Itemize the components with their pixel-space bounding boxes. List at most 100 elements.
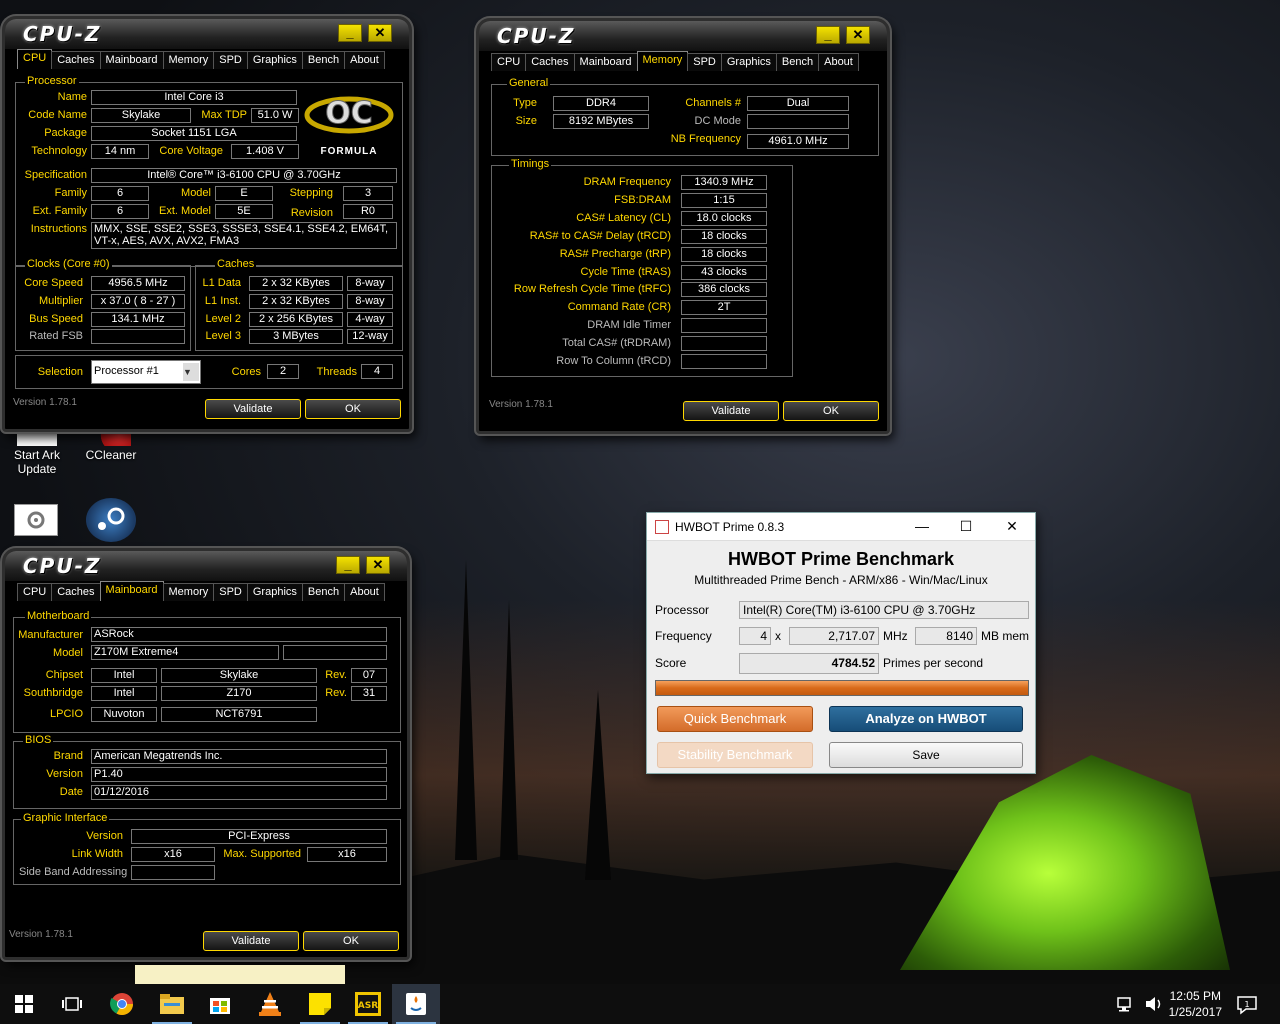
minimize-button[interactable]: _ — [336, 556, 360, 574]
quick-benchmark-button[interactable]: Quick Benchmark — [657, 706, 813, 732]
southbridge-rev-value: 31 — [351, 686, 387, 701]
tab-cpu[interactable]: CPU — [17, 583, 53, 601]
stepping-label: Stepping — [289, 187, 333, 199]
tab-spd[interactable]: SPD — [687, 53, 722, 71]
date-label: Date — [59, 786, 83, 798]
volume-icon[interactable] — [1144, 994, 1164, 1017]
chevron-down-icon[interactable]: ▼ — [183, 363, 199, 381]
steam-icon[interactable] — [86, 498, 136, 542]
model-value: E — [215, 186, 273, 201]
link-width-value: x16 — [131, 847, 215, 862]
timing-label: DRAM Idle Timer — [587, 319, 671, 332]
processor-select[interactable]: Processor #1 ▼ — [91, 360, 201, 384]
sticky-notes-icon[interactable] — [296, 984, 344, 1024]
motherboard-group-label: Motherboard — [25, 610, 92, 622]
processor-select-value: Processor #1 — [94, 365, 159, 377]
bios-version-label: Version — [46, 768, 83, 780]
tab-about[interactable]: About — [344, 583, 385, 601]
validate-button[interactable]: Validate — [205, 399, 301, 419]
tab-cpu[interactable]: CPU — [17, 49, 53, 69]
tab-about[interactable]: About — [344, 51, 385, 69]
system-clock[interactable]: 12:05 PM 1/25/2017 — [1169, 988, 1222, 1020]
close-button[interactable]: ✕ — [368, 24, 392, 42]
cpuz-window-mainboard[interactable]: CPU-Z _ ✕ CPU Caches Mainboard Memory SP… — [2, 548, 410, 960]
asrock-cpu-icon[interactable]: ASR — [344, 984, 392, 1024]
cpuz-logo: CPU-Z — [23, 22, 102, 46]
tab-mainboard[interactable]: Mainboard — [573, 53, 638, 71]
settings-shortcut-icon[interactable] — [14, 504, 58, 536]
tab-mainboard[interactable]: Mainboard — [99, 51, 164, 69]
tab-memory[interactable]: Memory — [162, 51, 215, 69]
tab-bench[interactable]: Bench — [775, 53, 820, 71]
processor-field: Intel(R) Core(TM) i3-6100 CPU @ 3.70GHz — [739, 601, 1029, 619]
tab-graphics[interactable]: Graphics — [246, 51, 303, 69]
chrome-icon[interactable] — [98, 984, 146, 1024]
tab-spd[interactable]: SPD — [213, 583, 248, 601]
chipset-label: Chipset — [45, 669, 83, 681]
start-icon[interactable] — [0, 984, 48, 1024]
bios-group-label: BIOS — [23, 734, 54, 746]
ok-button[interactable]: OK — [305, 399, 401, 419]
lpcio-name: NCT6791 — [161, 707, 317, 722]
title-bar[interactable]: CPU-Z _ ✕ — [5, 19, 409, 49]
clock-date: 1/25/2017 — [1168, 1005, 1222, 1019]
tab-about[interactable]: About — [818, 53, 859, 71]
vlc-icon[interactable] — [246, 984, 294, 1024]
notification-center-icon[interactable]: 1 — [1236, 994, 1258, 1019]
save-button[interactable]: Save — [829, 742, 1023, 768]
size-label: Size — [515, 115, 537, 127]
tab-cpu[interactable]: CPU — [491, 53, 527, 71]
timing-value: 43 clocks — [681, 264, 767, 280]
stability-benchmark-button[interactable]: Stability Benchmark — [657, 742, 813, 768]
cpuz-window-memory[interactable]: CPU-Z _ ✕ CPU Caches Mainboard Memory SP… — [476, 18, 890, 434]
hwbot-window[interactable]: HWBOT Prime 0.8.3 — ☐ ✕ HWBOT Prime Benc… — [646, 512, 1036, 774]
tab-bench[interactable]: Bench — [301, 51, 346, 69]
analyze-on-hwbot-button[interactable]: Analyze on HWBOT — [829, 706, 1023, 732]
southbridge-name: Z170 — [161, 686, 317, 701]
title-bar[interactable]: HWBOT Prime 0.8.3 — ☐ ✕ — [647, 513, 1035, 541]
ok-button[interactable]: OK — [783, 401, 879, 421]
timing-label: Command Rate (CR) — [567, 301, 671, 314]
tab-graphics[interactable]: Graphics — [246, 583, 303, 601]
desktop-icon-start-ark-update[interactable]: Start Ark Update — [2, 430, 72, 476]
minimize-button[interactable]: _ — [816, 26, 840, 44]
maximize-button[interactable]: ☐ — [951, 516, 981, 536]
version-text: Version 1.78.1 — [489, 399, 553, 410]
java-icon[interactable] — [392, 984, 440, 1024]
title-bar[interactable]: CPU-Z _ ✕ — [5, 551, 407, 581]
store-icon[interactable] — [196, 984, 244, 1024]
cpuz-window-cpu[interactable]: CPU-Z _ ✕ CPU Caches Mainboard Memory SP… — [2, 16, 412, 432]
ext-model-value: 5E — [215, 204, 273, 219]
dc-mode-value — [747, 114, 849, 129]
timing-value — [681, 336, 767, 352]
level3-value: 3 MBytes — [249, 329, 343, 344]
tab-caches[interactable]: Caches — [51, 51, 101, 69]
oc-formula-logo: OC FORMULA — [303, 85, 395, 157]
tab-bench[interactable]: Bench — [301, 583, 346, 601]
close-button[interactable]: ✕ — [846, 26, 870, 44]
task-view-icon[interactable] — [48, 984, 96, 1024]
tab-spd[interactable]: SPD — [213, 51, 248, 69]
taskbar: ASR 12:05 PM 1/25/2017 1 — [0, 984, 1280, 1024]
ok-button[interactable]: OK — [303, 931, 399, 951]
svg-text:OC: OC — [325, 96, 373, 131]
network-icon[interactable] — [1116, 994, 1136, 1017]
timing-label: Row Refresh Cycle Time (tRFC) — [513, 283, 671, 296]
minimize-button[interactable]: — — [907, 516, 937, 536]
validate-button[interactable]: Validate — [683, 401, 779, 421]
tab-caches[interactable]: Caches — [51, 583, 101, 601]
close-button[interactable]: ✕ — [366, 556, 390, 574]
timings-group-label: Timings — [509, 158, 552, 170]
bus-speed-value: 134.1 MHz — [91, 312, 185, 327]
tab-memory[interactable]: Memory — [162, 583, 215, 601]
close-button[interactable]: ✕ — [997, 516, 1027, 536]
minimize-button[interactable]: _ — [338, 24, 362, 42]
file-explorer-icon[interactable] — [148, 984, 196, 1024]
tab-graphics[interactable]: Graphics — [720, 53, 777, 71]
validate-button[interactable]: Validate — [203, 931, 299, 951]
tab-mainboard[interactable]: Mainboard — [99, 581, 164, 601]
desktop-icon-ccleaner[interactable]: CCleaner — [76, 430, 146, 462]
title-bar[interactable]: CPU-Z _ ✕ — [479, 21, 887, 51]
tab-memory[interactable]: Memory — [636, 51, 689, 71]
tab-caches[interactable]: Caches — [525, 53, 575, 71]
